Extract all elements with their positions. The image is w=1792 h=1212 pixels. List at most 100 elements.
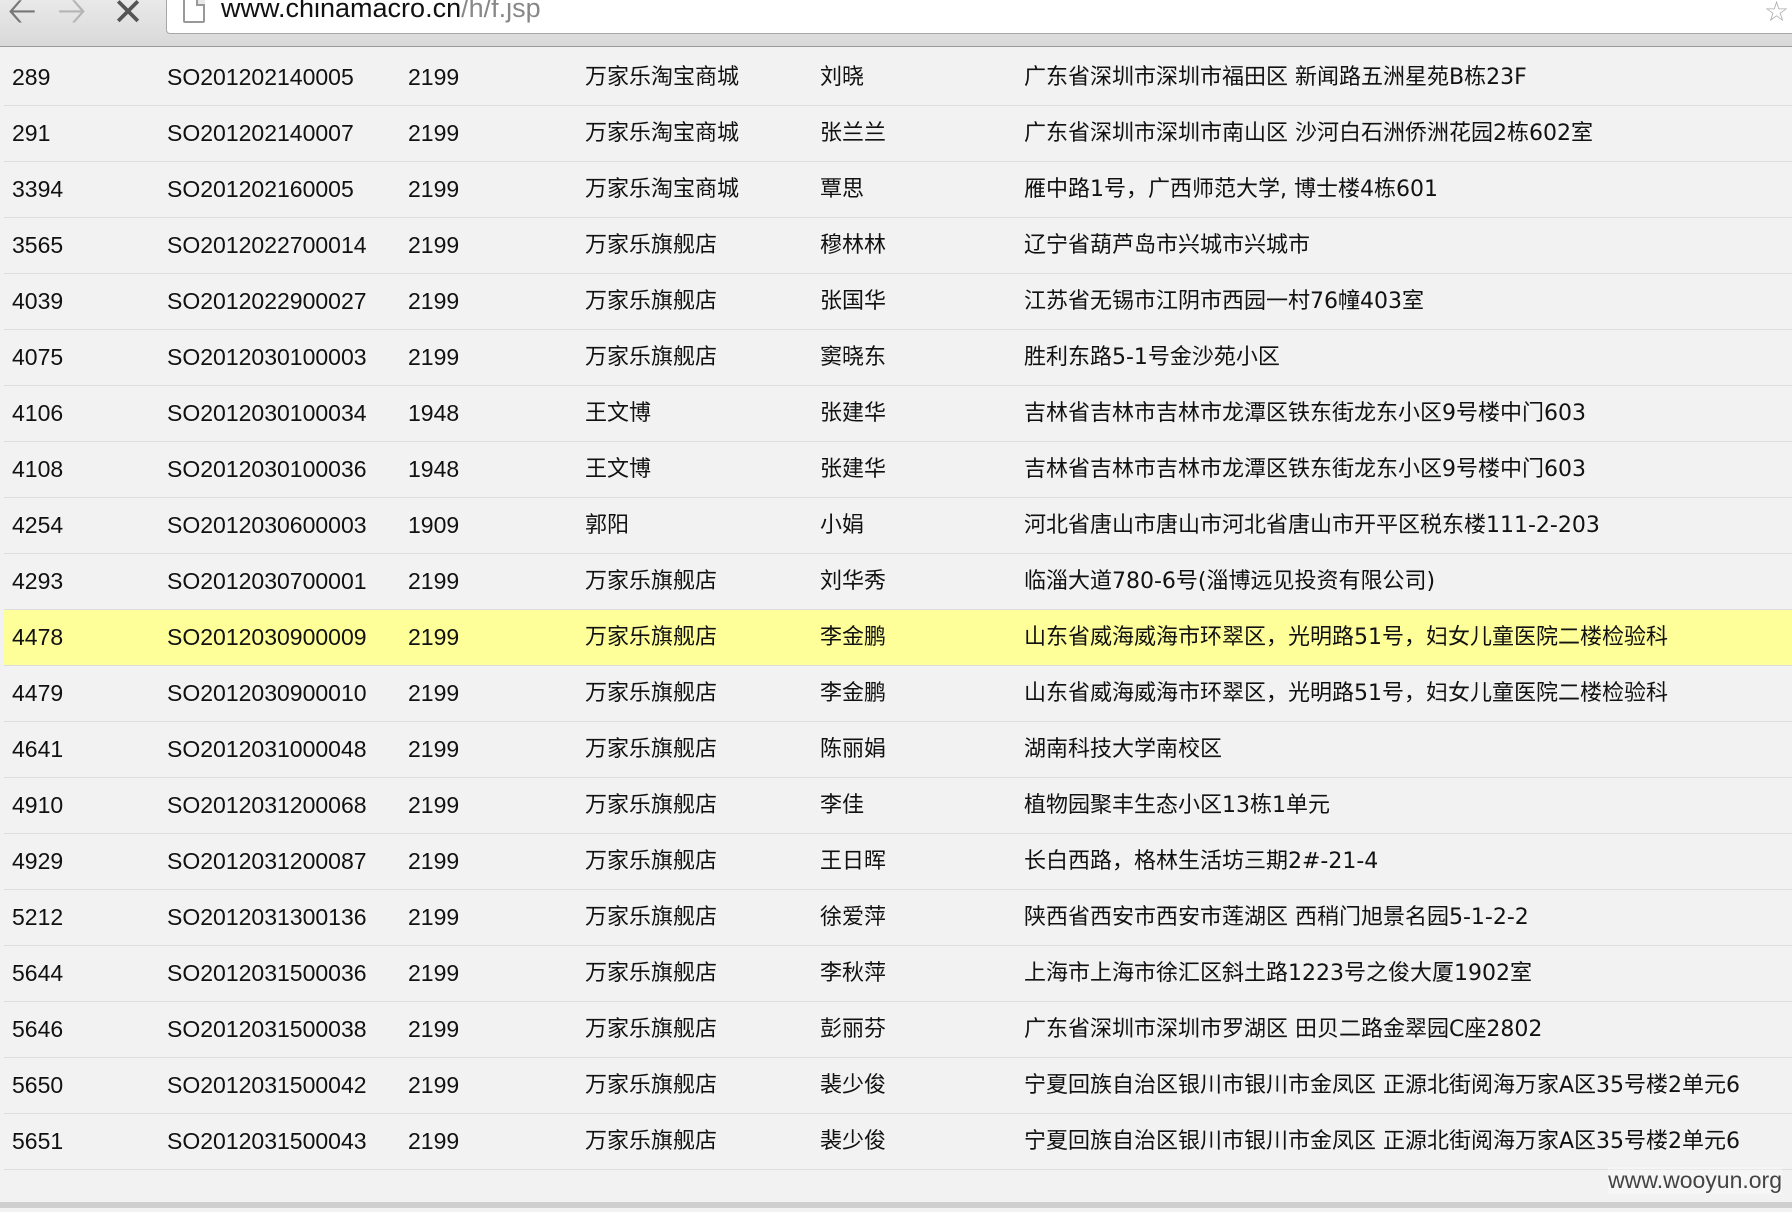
row-id-cell: 5646 — [12, 1016, 64, 1042]
product-code-cell: 2199 — [408, 176, 460, 202]
order-number-cell: SO201202140005 — [167, 64, 354, 90]
customer-name-cell: 彭丽芬 — [820, 1017, 887, 1042]
address-cell: 临淄大道780-6号(淄博远见投资有限公司) — [1024, 569, 1436, 594]
product-code-cell: 2199 — [408, 1128, 460, 1154]
store-name-cell: 万家乐旗舰店 — [585, 905, 718, 930]
row-id-cell: 4106 — [12, 400, 64, 426]
order-number-cell: SO2012031200087 — [167, 848, 367, 874]
product-code-cell: 2199 — [408, 736, 460, 762]
table-row: 4075 SO2012030100003 2199 万家乐旗舰店 窦晓东 胜利东路5-1号… — [4, 330, 1792, 386]
product-code-cell: 2199 — [408, 1072, 460, 1098]
product-code-cell: 2199 — [408, 120, 460, 146]
address-cell: 长白西路，格林生活坊三期2#-21-4 — [1024, 849, 1379, 874]
customer-name-cell: 裴少俊 — [820, 1129, 887, 1154]
customer-name-cell: 裴少俊 — [820, 1073, 887, 1098]
store-name-cell: 万家乐旗舰店 — [585, 681, 718, 706]
store-name-cell: 万家乐旗舰店 — [585, 1073, 718, 1098]
order-number-cell: SO2012031500038 — [167, 1016, 367, 1042]
store-name-cell: 郭阳 — [585, 513, 630, 538]
store-name-cell: 万家乐旗舰店 — [585, 233, 718, 258]
row-id-cell: 4254 — [12, 512, 64, 538]
row-id-cell: 4293 — [12, 568, 64, 594]
store-name-cell: 万家乐旗舰店 — [585, 289, 718, 314]
order-number-cell: SO2012030100003 — [167, 344, 367, 370]
order-number-cell: SO2012022900027 — [167, 288, 367, 314]
customer-name-cell: 张国华 — [820, 289, 887, 314]
table-row: 4039 SO2012022900027 2199 万家乐旗舰店 张国华 江苏省无锡市江阴… — [4, 274, 1792, 330]
store-name-cell: 万家乐淘宝商城 — [585, 177, 740, 202]
store-name-cell: 万家乐旗舰店 — [585, 793, 718, 818]
product-code-cell: 2199 — [408, 848, 460, 874]
order-number-cell: SO2012031000048 — [167, 736, 367, 762]
browser-toolbar: 🡠 🡢 ✕ www.chinamacro.cn/h/f.jsp ☆ — [0, 0, 1792, 47]
address-bar[interactable]: www.chinamacro.cn/h/f.jsp — [166, 0, 1792, 34]
address-cell: 雁中路1号，广西师范大学, 博士楼4栋601 — [1024, 177, 1438, 202]
address-cell: 植物园聚丰生态小区13栋1单元 — [1024, 793, 1330, 818]
store-name-cell: 万家乐旗舰店 — [585, 1129, 718, 1154]
customer-name-cell: 小娟 — [820, 513, 865, 538]
watermark: www.wooyun.org — [1608, 1167, 1782, 1194]
table-row: 291 SO201202140007 2199 万家乐淘宝商城 张兰兰 广东省深圳市深圳市… — [4, 106, 1792, 162]
order-number-cell: SO2012031500036 — [167, 960, 367, 986]
row-id-cell: 4108 — [12, 456, 64, 482]
customer-name-cell: 张建华 — [820, 401, 887, 426]
address-cell: 河北省唐山市唐山市河北省唐山市开平区税东楼111-2-203 — [1024, 513, 1600, 538]
stop-loading-icon[interactable]: ✕ — [106, 0, 150, 31]
address-cell: 广东省深圳市深圳市福田区 新闻路五洲星苑B栋23F — [1024, 65, 1527, 90]
order-number-cell: SO2012030700001 — [167, 568, 367, 594]
address-cell: 宁夏回族自治区银川市银川市金凤区 正源北街阅海万家A区35号楼2单元6 — [1024, 1129, 1741, 1154]
customer-name-cell: 李佳 — [820, 793, 865, 818]
horizontal-scrollbar[interactable] — [0, 1202, 1792, 1208]
address-cell: 宁夏回族自治区银川市银川市金凤区 正源北街阅海万家A区35号楼2单元6 — [1024, 1073, 1741, 1098]
table-row-highlighted: 4478 SO2012030900009 2199 万家乐旗舰店 李金鹏 山东省威海威海市… — [4, 610, 1792, 666]
address-cell: 山东省威海威海市环翠区，光明路51号，妇女儿童医院二楼检验科 — [1024, 625, 1668, 650]
product-code-cell: 1948 — [408, 400, 460, 426]
row-id-cell: 4075 — [12, 344, 64, 370]
order-number-cell: SO2012031500042 — [167, 1072, 367, 1098]
store-name-cell: 万家乐旗舰店 — [585, 1017, 718, 1042]
table-row: 4108 SO2012030100036 1948 王文博 张建华 吉林省吉林市吉林市龙潭… — [4, 442, 1792, 498]
address-cell: 胜利东路5-1号金沙苑小区 — [1024, 345, 1280, 370]
page-icon — [183, 0, 205, 23]
store-name-cell: 万家乐旗舰店 — [585, 345, 718, 370]
row-id-cell: 3565 — [12, 232, 64, 258]
table-row: 4293 SO2012030700001 2199 万家乐旗舰店 刘华秀 临淄大道780-… — [4, 554, 1792, 610]
row-id-cell: 5644 — [12, 960, 64, 986]
row-id-cell: 4929 — [12, 848, 64, 874]
address-cell: 广东省深圳市深圳市罗湖区 田贝二路金翠园C座2802 — [1024, 1017, 1543, 1042]
row-id-cell: 4478 — [12, 624, 64, 650]
product-code-cell: 2199 — [408, 1016, 460, 1042]
customer-name-cell: 张兰兰 — [820, 121, 887, 146]
product-code-cell: 2199 — [408, 288, 460, 314]
store-name-cell: 万家乐淘宝商城 — [585, 121, 740, 146]
back-arrow-icon[interactable]: 🡠 — [0, 0, 44, 30]
table-row: 5644 SO2012031500036 2199 万家乐旗舰店 李秋萍 上海市上海市徐汇… — [4, 946, 1792, 1002]
product-code-cell: 2199 — [408, 792, 460, 818]
address-cell: 湖南科技大学南校区 — [1024, 737, 1223, 762]
order-number-cell: SO2012031300136 — [167, 904, 367, 930]
store-name-cell: 万家乐旗舰店 — [585, 961, 718, 986]
store-name-cell: 万家乐旗舰店 — [585, 849, 718, 874]
table-row: 4641 SO2012031000048 2199 万家乐旗舰店 陈丽娟 湖南科技大学南校… — [4, 722, 1792, 778]
row-id-cell: 4039 — [12, 288, 64, 314]
customer-name-cell: 徐爱萍 — [820, 905, 887, 930]
product-code-cell: 2199 — [408, 568, 460, 594]
url-text[interactable]: www.chinamacro.cn/h/f.jsp — [221, 0, 541, 23]
table-row: 3565 SO2012022700014 2199 万家乐旗舰店 穆林林 辽宁省葫芦岛市兴… — [4, 218, 1792, 274]
table-row: 3394 SO201202160005 2199 万家乐淘宝商城 覃思 雁中路1号，广西师… — [4, 162, 1792, 218]
table-row: 289 SO201202140005 2199 万家乐淘宝商城 刘晓 广东省深圳市深圳市福… — [4, 52, 1792, 106]
row-id-cell: 291 — [12, 120, 51, 146]
table-row: 5650 SO2012031500042 2199 万家乐旗舰店 裴少俊 宁夏回族自治区银… — [4, 1058, 1792, 1114]
address-cell: 广东省深圳市深圳市南山区 沙河白石洲侨洲花园2栋602室 — [1024, 121, 1593, 146]
product-code-cell: 2199 — [408, 960, 460, 986]
customer-name-cell: 李金鹏 — [820, 625, 887, 650]
customer-name-cell: 张建华 — [820, 457, 887, 482]
address-cell: 吉林省吉林市吉林市龙潭区铁东街龙东小区9号楼中门603 — [1024, 401, 1586, 426]
address-cell: 江苏省无锡市江阴市西园一村76幢403室 — [1024, 289, 1424, 314]
table-row: 4929 SO2012031200087 2199 万家乐旗舰店 王日晖 长白西路，格林生… — [4, 834, 1792, 890]
order-number-cell: SO2012030100034 — [167, 400, 367, 426]
bookmark-star-icon[interactable]: ☆ — [1764, 0, 1789, 26]
forward-arrow-icon[interactable]: 🡢 — [50, 0, 94, 30]
table-row: 4910 SO2012031200068 2199 万家乐旗舰店 李佳 植物园聚丰生态小区… — [4, 778, 1792, 834]
product-code-cell: 2199 — [408, 232, 460, 258]
